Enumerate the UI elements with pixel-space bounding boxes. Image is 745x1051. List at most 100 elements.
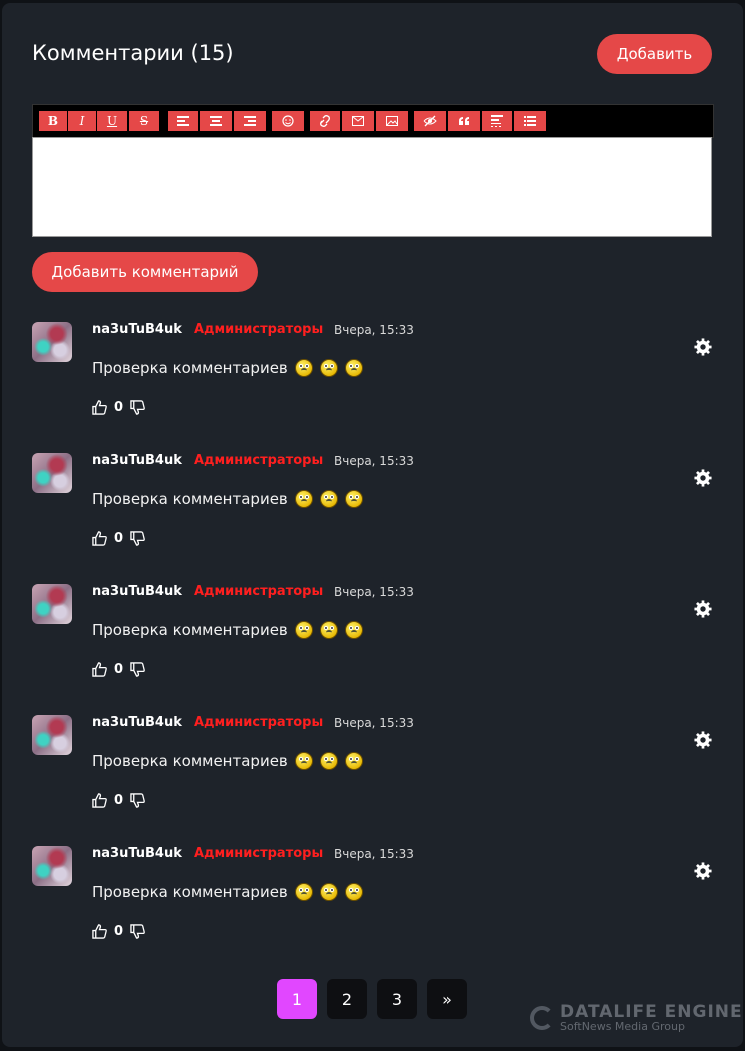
comment-text-content: Проверка комментариев: [92, 621, 288, 639]
thumbs-up-icon[interactable]: [92, 531, 107, 546]
thumbs-down-icon[interactable]: [130, 924, 145, 939]
avatar[interactable]: [32, 715, 72, 755]
gear-icon[interactable]: [694, 338, 712, 356]
list-button[interactable]: [514, 111, 546, 131]
comment-textarea[interactable]: [32, 137, 712, 237]
worried-smiley-icon: [319, 883, 338, 901]
comment-date: Вчера, 15:33: [334, 323, 414, 337]
worried-smiley-icon: [344, 621, 363, 639]
datalife-engine-logo: DATALIFE ENGINE SoftNews Media Group: [530, 1003, 743, 1033]
align-center-button[interactable]: [200, 111, 232, 131]
italic-button[interactable]: I: [68, 111, 96, 131]
comment-text-content: Проверка комментариев: [92, 490, 288, 508]
avatar[interactable]: [32, 584, 72, 624]
avatar[interactable]: [32, 846, 72, 886]
pagination: 1 2 3 »: [277, 979, 467, 1019]
image-icon: [386, 116, 398, 126]
worried-smiley-icon: [294, 490, 313, 508]
comment-rating: 0: [92, 662, 145, 677]
quote-button[interactable]: [448, 111, 480, 131]
image-button[interactable]: [376, 111, 408, 131]
comment-rating: 0: [92, 400, 145, 415]
email-button[interactable]: [342, 111, 374, 131]
align-right-icon: [244, 116, 256, 126]
page-3-link[interactable]: 3: [377, 979, 417, 1019]
thumbs-down-icon[interactable]: [130, 531, 145, 546]
worried-smiley-icon: [319, 490, 338, 508]
bold-button[interactable]: B: [39, 111, 67, 131]
worried-smiley-icon: [294, 752, 313, 770]
emoji-button[interactable]: [272, 111, 304, 131]
link-button[interactable]: [310, 111, 340, 131]
worried-smiley-icon: [344, 359, 363, 377]
thumbs-up-icon[interactable]: [92, 400, 107, 415]
comment-item: na3uTuB4uk Администраторы Вчера, 15:33 П…: [32, 846, 714, 966]
rating-value: 0: [114, 924, 124, 939]
comments-panel: Комментарии (15) Добавить B I U S Добави…: [2, 3, 743, 1047]
gear-icon[interactable]: [694, 469, 712, 487]
comment-group: Администраторы: [194, 322, 324, 337]
comment-text: Проверка комментариев: [92, 490, 363, 508]
comment-rating: 0: [92, 793, 145, 808]
thumbs-down-icon[interactable]: [130, 793, 145, 808]
align-left-button[interactable]: [168, 111, 198, 131]
eye-slash-icon: [423, 115, 437, 127]
comment-group: Администраторы: [194, 584, 324, 599]
comment-text: Проверка комментариев: [92, 752, 363, 770]
gear-icon[interactable]: [694, 600, 712, 618]
gear-icon[interactable]: [694, 731, 712, 749]
comment-group: Администраторы: [194, 453, 324, 468]
comment-item: na3uTuB4uk Администраторы Вчера, 15:33 П…: [32, 715, 714, 835]
add-button[interactable]: Добавить: [597, 34, 712, 74]
thumbs-up-icon[interactable]: [92, 793, 107, 808]
thumbs-up-icon[interactable]: [92, 924, 107, 939]
thumbs-down-icon[interactable]: [130, 662, 145, 677]
align-left-icon: [177, 116, 189, 126]
worried-smiley-icon: [344, 883, 363, 901]
envelope-icon: [352, 116, 364, 126]
worried-smiley-icon: [294, 359, 313, 377]
comment-rating: 0: [92, 924, 145, 939]
underline-button[interactable]: U: [97, 111, 127, 131]
avatar[interactable]: [32, 322, 72, 362]
quote-icon: [459, 117, 469, 125]
avatar[interactable]: [32, 453, 72, 493]
page-2-link[interactable]: 2: [327, 979, 367, 1019]
list-icon: [524, 116, 536, 126]
worried-smiley-icon: [319, 621, 338, 639]
gear-icon[interactable]: [694, 862, 712, 880]
rating-value: 0: [114, 662, 124, 677]
worried-smiley-icon: [294, 883, 313, 901]
worried-smiley-icon: [319, 359, 338, 377]
comment-author[interactable]: na3uTuB4uk: [92, 715, 182, 730]
bold-label: B: [47, 114, 59, 128]
comment-author[interactable]: na3uTuB4uk: [92, 453, 182, 468]
comment-text-content: Проверка комментариев: [92, 359, 288, 377]
thumbs-up-icon[interactable]: [92, 662, 107, 677]
align-right-button[interactable]: [234, 111, 266, 131]
strikethrough-button[interactable]: S: [129, 111, 159, 131]
spoiler-button[interactable]: [482, 111, 512, 131]
editor-toolbar: B I U S: [32, 104, 714, 138]
rating-value: 0: [114, 400, 124, 415]
comment-text: Проверка комментариев: [92, 359, 363, 377]
comment-date: Вчера, 15:33: [334, 585, 414, 599]
dle-logo-line2: SoftNews Media Group: [560, 1020, 685, 1033]
next-page-link[interactable]: »: [427, 979, 467, 1019]
smiley-icon: [282, 115, 294, 127]
comment-text: Проверка комментариев: [92, 883, 363, 901]
comment-item: na3uTuB4uk Администраторы Вчера, 15:33 П…: [32, 584, 714, 704]
comment-group: Администраторы: [194, 846, 324, 861]
comment-text: Проверка комментариев: [92, 621, 363, 639]
add-comment-button[interactable]: Добавить комментарий: [32, 252, 258, 292]
thumbs-down-icon[interactable]: [130, 400, 145, 415]
comment-author[interactable]: na3uTuB4uk: [92, 846, 182, 861]
align-center-icon: [210, 116, 222, 126]
comment-author[interactable]: na3uTuB4uk: [92, 322, 182, 337]
hide-button[interactable]: [414, 111, 446, 131]
worried-smiley-icon: [344, 490, 363, 508]
page-1-link[interactable]: 1: [277, 979, 317, 1019]
comment-date: Вчера, 15:33: [334, 847, 414, 861]
rating-value: 0: [114, 793, 124, 808]
comment-author[interactable]: na3uTuB4uk: [92, 584, 182, 599]
